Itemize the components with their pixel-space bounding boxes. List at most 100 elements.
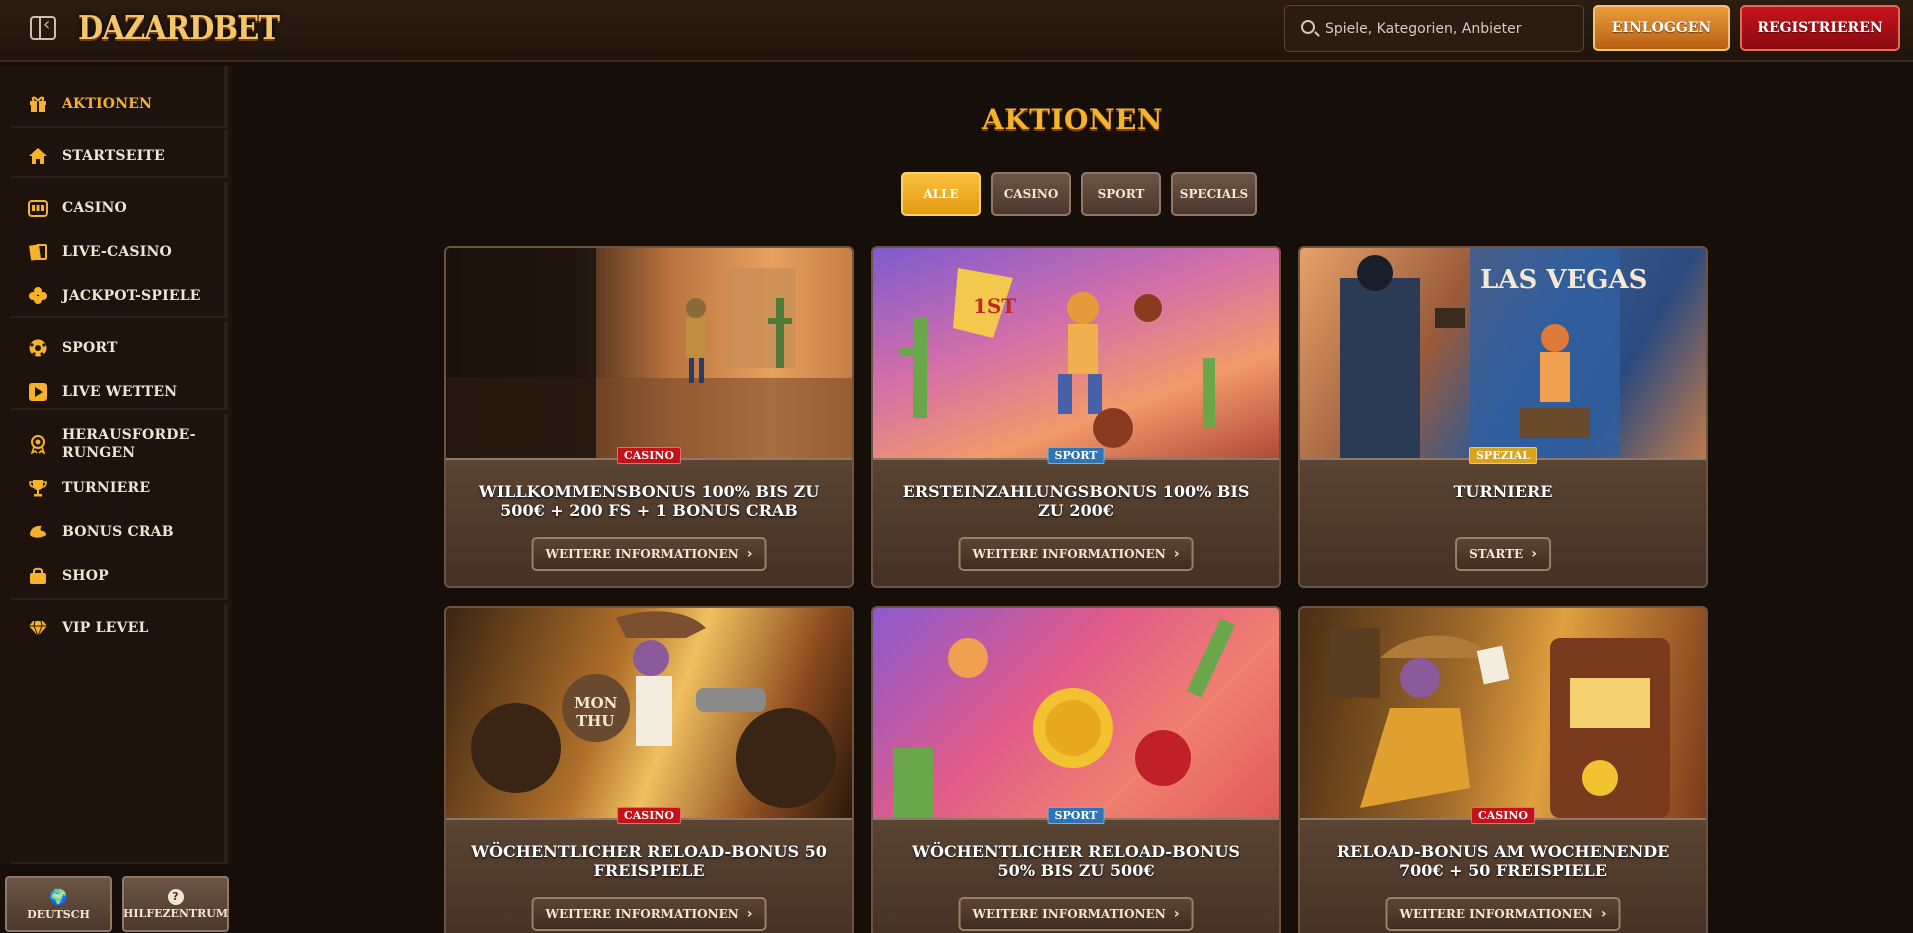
globe-icon: 🌍 bbox=[49, 887, 68, 906]
crab-icon bbox=[28, 522, 48, 542]
question-icon: ? bbox=[167, 888, 184, 905]
button-label: WEITERE INFORMATIONEN bbox=[545, 547, 739, 561]
sidebar-item-live-wetten[interactable]: LIVE WETTEN bbox=[28, 374, 177, 410]
sidebar-item-bonus-crab[interactable]: BONUS CRAB bbox=[28, 514, 174, 550]
more-info-button[interactable]: WEITERE INFORMATIONEN › bbox=[958, 897, 1194, 931]
chevron-right-icon: › bbox=[1531, 546, 1537, 562]
promo-card[interactable]: 1ST ERSTEINZAHLUNGSBONUS 100% BIS ZU 200… bbox=[871, 246, 1281, 588]
sidebar-item-herausforderungen[interactable]: HERAUSFORDE- RUNGEN bbox=[28, 426, 196, 462]
promo-image: 1ST bbox=[873, 248, 1279, 458]
promo-image bbox=[1300, 608, 1706, 818]
filter-tab-casino[interactable]: CASINO bbox=[991, 172, 1071, 216]
button-label: WEITERE INFORMATIONEN bbox=[972, 547, 1166, 561]
promo-title: WÖCHENTLICHER RELOAD-BONUS 50 FREISPIELE bbox=[471, 842, 827, 880]
diamond-icon bbox=[28, 618, 48, 638]
sidebar-item-label: TURNIERE bbox=[62, 480, 151, 496]
sidebar-item-vip-level[interactable]: VIP LEVEL bbox=[28, 610, 149, 646]
sidebar-item-label-line1: HERAUSFORDE- bbox=[62, 427, 196, 443]
play-icon bbox=[28, 382, 48, 402]
chevron-right-icon: › bbox=[1173, 546, 1180, 562]
button-label: STARTE bbox=[1469, 547, 1524, 561]
promo-card[interactable]: LAS VEGAS TURNIERE STARTE › SPEZIAL bbox=[1298, 246, 1708, 588]
more-info-button[interactable]: WEITERE INFORMATIONEN › bbox=[531, 897, 767, 931]
sidebar-item-label: BONUS CRAB bbox=[62, 524, 174, 540]
promo-card[interactable]: RELOAD-BONUS AM WOCHENENDE 700€ + 50 FRE… bbox=[1298, 606, 1708, 933]
top-header: DAZARDBET EINLOGGEN REGISTRIEREN bbox=[0, 0, 1913, 62]
login-button[interactable]: EINLOGGEN bbox=[1593, 5, 1730, 51]
sidebar-item-shop[interactable]: SHOP bbox=[28, 558, 109, 594]
medal-icon bbox=[28, 434, 48, 454]
promo-card[interactable]: MON THU WÖCHENTLICHER RELOAD-BONUS 50 FR… bbox=[444, 606, 854, 933]
category-badge: SPORT bbox=[1047, 447, 1105, 464]
more-info-button[interactable]: WEITERE INFORMATIONEN › bbox=[531, 537, 767, 571]
promo-image bbox=[446, 248, 852, 458]
page-title: AKTIONEN bbox=[982, 103, 1163, 136]
svg-text:1ST: 1ST bbox=[973, 294, 1016, 318]
promo-card-body: WÖCHENTLICHER RELOAD-BONUS 50% BIS ZU 50… bbox=[873, 818, 1279, 933]
button-label: WEITERE INFORMATIONEN bbox=[972, 907, 1166, 921]
svg-text:LAS VEGAS: LAS VEGAS bbox=[1480, 265, 1647, 295]
promotion-filter-tabs: ALLE CASINO SPORT SPECIALS bbox=[901, 172, 1257, 216]
sidebar-item-label: JACKPOT-SPIELE bbox=[62, 288, 201, 304]
sidebar-item-label: LIVE-CASINO bbox=[62, 244, 172, 260]
sidebar-item-startseite[interactable]: STARTSEITE bbox=[28, 138, 165, 174]
sidebar-item-aktionen[interactable]: AKTIONEN bbox=[28, 86, 152, 122]
gift-icon bbox=[28, 94, 48, 114]
category-badge: CASINO bbox=[616, 447, 682, 464]
register-button[interactable]: REGISTRIEREN bbox=[1740, 5, 1900, 51]
language-button[interactable]: 🌍 DEUTSCH bbox=[5, 876, 112, 932]
promo-image bbox=[873, 608, 1279, 818]
help-center-button[interactable]: ? HILFEZENTRUM bbox=[122, 876, 229, 932]
soccer-ball-icon bbox=[28, 338, 48, 358]
sidebar-item-jackpot-spiele[interactable]: JACKPOT-SPIELE bbox=[28, 278, 201, 314]
sidebar: AKTIONEN STARTSEITE CASINO LIVE-CASINO J… bbox=[0, 66, 232, 933]
promo-title: WILLKOMMENSBONUS 100% BIS ZU 500€ + 200 … bbox=[478, 482, 820, 520]
button-label: WEITERE INFORMATIONEN bbox=[545, 907, 739, 921]
promo-card-body: ERSTEINZAHLUNGSBONUS 100% BIS ZU 200€ WE… bbox=[873, 458, 1279, 586]
promo-card-body: RELOAD-BONUS AM WOCHENENDE 700€ + 50 FRE… bbox=[1300, 818, 1706, 933]
main-content: AKTIONEN ALLE CASINO SPORT SPECIALS WILL… bbox=[232, 62, 1913, 933]
chevron-right-icon: › bbox=[1173, 906, 1180, 922]
promo-card-body: TURNIERE STARTE › bbox=[1300, 458, 1706, 586]
sidebar-item-sport[interactable]: SPORT bbox=[28, 330, 118, 366]
promo-card[interactable]: WÖCHENTLICHER RELOAD-BONUS 50% BIS ZU 50… bbox=[871, 606, 1281, 933]
svg-text:MON: MON bbox=[574, 694, 618, 712]
cards-icon bbox=[28, 242, 48, 262]
sidebar-item-casino[interactable]: CASINO bbox=[28, 190, 127, 226]
category-badge: SPORT bbox=[1047, 807, 1105, 824]
chevron-right-icon: › bbox=[746, 906, 753, 922]
sidebar-item-label-line2: RUNGEN bbox=[62, 445, 136, 461]
sidebar-item-turniere[interactable]: TURNIERE bbox=[28, 470, 150, 506]
home-icon bbox=[28, 146, 48, 166]
filter-tab-alle[interactable]: ALLE bbox=[901, 172, 981, 216]
category-badge: CASINO bbox=[1470, 807, 1536, 824]
sidebar-toggle-icon[interactable] bbox=[30, 14, 56, 40]
promo-card[interactable]: WILLKOMMENSBONUS 100% BIS ZU 500€ + 200 … bbox=[444, 246, 854, 588]
help-center-label: HILFEZENTRUM bbox=[122, 906, 229, 920]
more-info-button[interactable]: WEITERE INFORMATIONEN › bbox=[958, 537, 1194, 571]
sidebar-item-label: LIVE WETTEN bbox=[62, 384, 178, 400]
search-box[interactable] bbox=[1284, 5, 1584, 52]
promo-image: LAS VEGAS bbox=[1300, 248, 1706, 458]
chevron-right-icon: › bbox=[1600, 906, 1607, 922]
category-badge: CASINO bbox=[616, 807, 682, 824]
slot-machine-icon bbox=[28, 198, 48, 218]
search-input[interactable] bbox=[1325, 16, 1575, 42]
sidebar-item-label: CASINO bbox=[62, 200, 127, 216]
svg-text:THU: THU bbox=[576, 712, 614, 730]
sidebar-footer: 🌍 DEUTSCH ? HILFEZENTRUM bbox=[0, 864, 232, 933]
clover-icon bbox=[28, 286, 48, 306]
sidebar-item-live-casino[interactable]: LIVE-CASINO bbox=[28, 234, 172, 270]
sidebar-item-label: STARTSEITE bbox=[62, 148, 165, 164]
promo-title: ERSTEINZAHLUNGSBONUS 100% BIS ZU 200€ bbox=[902, 482, 1250, 520]
category-badge: SPEZIAL bbox=[1468, 447, 1538, 464]
sidebar-item-label: SPORT bbox=[62, 340, 118, 356]
filter-tab-sport[interactable]: SPORT bbox=[1081, 172, 1161, 216]
start-button[interactable]: STARTE › bbox=[1455, 537, 1551, 571]
filter-tab-specials[interactable]: SPECIALS bbox=[1171, 172, 1257, 216]
chevron-right-icon: › bbox=[746, 546, 753, 562]
sidebar-item-label: SHOP bbox=[62, 568, 109, 584]
site-logo[interactable]: DAZARDBET bbox=[78, 8, 280, 52]
button-label: WEITERE INFORMATIONEN bbox=[1399, 907, 1593, 921]
more-info-button[interactable]: WEITERE INFORMATIONEN › bbox=[1385, 897, 1621, 931]
